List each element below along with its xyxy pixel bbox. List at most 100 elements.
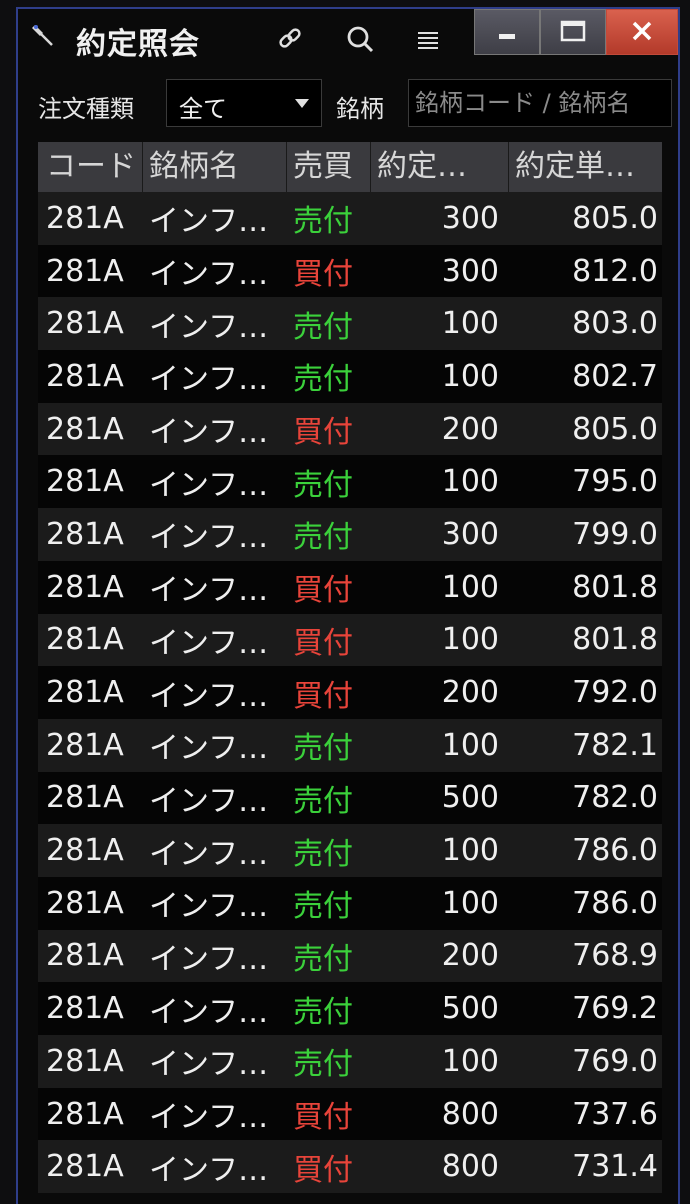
table-row[interactable]: 281A インフ… 売付 100 786.0 xyxy=(38,876,662,930)
cell-price: 782.0 xyxy=(572,780,658,816)
cell-quantity: 100 xyxy=(441,569,499,605)
cell-side: 買付 xyxy=(293,415,353,451)
cell-price: 769.0 xyxy=(572,1043,658,1079)
cell-quantity: 500 xyxy=(441,991,499,1027)
table-row[interactable]: 281A インフ… 売付 300 799.0 xyxy=(38,508,662,561)
column-header-quantity[interactable]: 約定… xyxy=(371,142,509,192)
cell-code: 281A xyxy=(46,1043,124,1079)
execution-table: コード 銘柄名 売買 約定… 約定単… 281A インフ… 売付 300 805.0 28… xyxy=(38,142,662,1194)
table-row[interactable]: 281A インフ… 売付 100 769.0 xyxy=(38,1035,662,1088)
cell-side: 売付 xyxy=(293,467,353,503)
cell-side: 売付 xyxy=(293,783,353,819)
order-type-value: 全て xyxy=(179,95,227,123)
cell-quantity: 100 xyxy=(441,464,499,500)
cell-name: インフ… xyxy=(149,941,269,977)
cell-side: 売付 xyxy=(293,941,353,977)
table-row[interactable]: 281A インフ… 買付 200 805.0 xyxy=(38,402,662,456)
cell-price: 805.0 xyxy=(572,200,658,236)
link-icon[interactable] xyxy=(274,23,306,55)
maximize-icon xyxy=(560,20,586,42)
menu-icon[interactable] xyxy=(412,23,444,55)
cell-price: 803.0 xyxy=(572,306,658,342)
column-header-price[interactable]: 約定単… xyxy=(509,142,662,192)
table-row[interactable]: 281A インフ… 売付 100 803.0 xyxy=(38,297,662,351)
cell-code: 281A xyxy=(46,569,124,605)
table-row[interactable]: 281A インフ… 売付 300 805.0 xyxy=(38,192,662,245)
cell-code: 281A xyxy=(46,516,124,552)
minimize-icon xyxy=(499,34,515,39)
cell-quantity: 100 xyxy=(441,727,499,763)
pin-icon[interactable] xyxy=(30,21,58,49)
stock-search-input[interactable] xyxy=(408,79,672,127)
window-title: 約定照会 xyxy=(76,27,200,62)
cell-side: 売付 xyxy=(293,994,353,1030)
table-row[interactable]: 281A インフ… 買付 800 737.6 xyxy=(38,1087,662,1141)
table-row[interactable]: 281A インフ… 売付 100 802.7 xyxy=(38,350,662,403)
stock-label: 銘柄 xyxy=(336,95,384,123)
order-type-select[interactable]: 全て xyxy=(166,79,322,127)
cell-price: 782.1 xyxy=(572,727,658,763)
chevron-down-icon xyxy=(295,99,309,108)
cell-code: 281A xyxy=(46,253,124,289)
cell-code: 281A xyxy=(46,780,124,816)
cell-quantity: 200 xyxy=(441,411,499,447)
cell-name: インフ… xyxy=(149,994,269,1030)
cell-name: インフ… xyxy=(149,1100,269,1136)
cell-name: インフ… xyxy=(149,362,269,398)
cell-price: 802.7 xyxy=(572,358,658,394)
cell-side: 売付 xyxy=(293,836,353,872)
table-row[interactable]: 281A インフ… 買付 200 792.0 xyxy=(38,666,662,719)
cell-code: 281A xyxy=(46,991,124,1027)
cell-quantity: 100 xyxy=(441,622,499,658)
table-row[interactable]: 281A インフ… 買付 100 801.8 xyxy=(38,560,662,614)
cell-name: インフ… xyxy=(149,573,269,609)
cell-code: 281A xyxy=(46,464,124,500)
cell-side: 売付 xyxy=(293,1047,353,1083)
maximize-button[interactable] xyxy=(540,9,606,55)
cell-quantity: 300 xyxy=(441,200,499,236)
cell-name: インフ… xyxy=(149,520,269,556)
cell-name: インフ… xyxy=(149,309,269,345)
cell-code: 281A xyxy=(46,833,124,869)
cell-quantity: 500 xyxy=(441,780,499,816)
table-row[interactable]: 281A インフ… 売付 100 786.0 xyxy=(38,824,662,877)
search-icon[interactable] xyxy=(344,23,376,55)
cell-price: 799.0 xyxy=(572,516,658,552)
table-row[interactable]: 281A インフ… 売付 200 768.9 xyxy=(38,929,662,983)
cell-name: インフ… xyxy=(149,204,269,240)
filter-row: 注文種類 全て 銘柄 xyxy=(18,79,678,131)
cell-code: 281A xyxy=(46,200,124,236)
cell-code: 281A xyxy=(46,1149,124,1185)
cell-side: 買付 xyxy=(293,257,353,293)
cell-price: 801.8 xyxy=(572,622,658,658)
cell-code: 281A xyxy=(46,885,124,921)
cell-side: 売付 xyxy=(293,731,353,767)
execution-inquiry-window: 約定照会 注文種類 全て 銘柄 銘柄コード / 銘柄名 コード 銘柄名 売買 約… xyxy=(16,7,680,1204)
cell-side: 買付 xyxy=(293,1152,353,1188)
table-row[interactable]: 281A インフ… 売付 100 795.0 xyxy=(38,455,662,509)
cell-code: 281A xyxy=(46,306,124,342)
cell-name: インフ… xyxy=(149,625,269,661)
title-bar[interactable]: 約定照会 xyxy=(18,9,678,69)
column-header-code[interactable]: コード xyxy=(38,142,143,192)
minimize-button[interactable] xyxy=(474,9,540,55)
table-row[interactable]: 281A インフ… 売付 100 782.1 xyxy=(38,718,662,772)
close-button[interactable] xyxy=(606,9,678,55)
cell-name: インフ… xyxy=(149,731,269,767)
table-row[interactable]: 281A インフ… 買付 300 812.0 xyxy=(38,244,662,298)
table-row[interactable]: 281A インフ… 売付 500 782.0 xyxy=(38,771,662,825)
cell-price: 768.9 xyxy=(572,938,658,974)
cell-quantity: 100 xyxy=(441,833,499,869)
table-row[interactable]: 281A インフ… 買付 800 731.4 xyxy=(38,1140,662,1194)
cell-price: 805.0 xyxy=(572,411,658,447)
cell-code: 281A xyxy=(46,727,124,763)
cell-quantity: 200 xyxy=(441,675,499,711)
table-row[interactable]: 281A インフ… 売付 500 769.2 xyxy=(38,982,662,1035)
cell-quantity: 200 xyxy=(441,938,499,974)
table-row[interactable]: 281A インフ… 買付 100 801.8 xyxy=(38,613,662,667)
column-header-side[interactable]: 売買 xyxy=(287,142,371,192)
cell-price: 731.4 xyxy=(572,1149,658,1185)
cell-side: 買付 xyxy=(293,573,353,609)
column-header-name[interactable]: 銘柄名 xyxy=(143,142,287,192)
cell-price: 769.2 xyxy=(572,991,658,1027)
